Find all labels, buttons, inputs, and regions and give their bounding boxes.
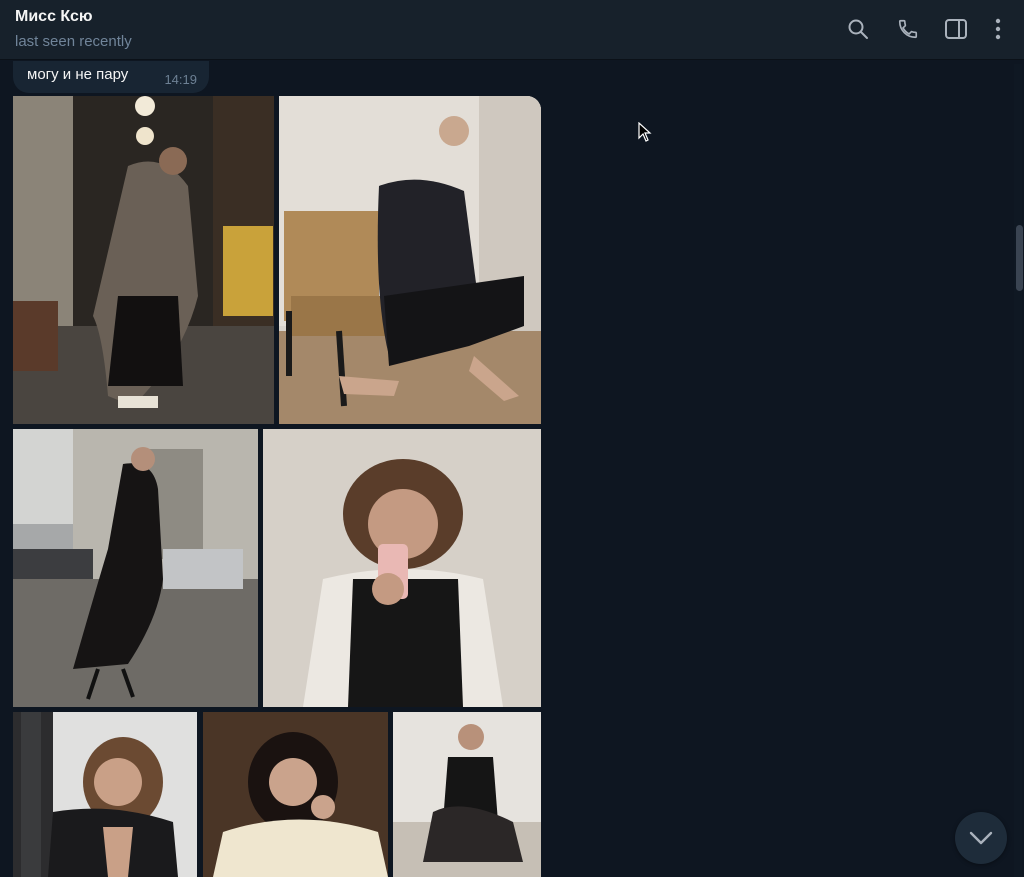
chevron-down-icon xyxy=(969,831,993,845)
chat-header: Мисс Ксю last seen recently xyxy=(0,0,1024,60)
album-photo-3[interactable] xyxy=(13,429,258,707)
album-photo-7[interactable] xyxy=(393,712,541,877)
chat-area[interactable]: могу и не пару 14:19 xyxy=(0,61,1024,877)
album-photo-6[interactable] xyxy=(203,712,388,877)
search-icon[interactable] xyxy=(845,16,871,42)
message-bubble[interactable]: могу и не пару 14:19 xyxy=(13,61,209,93)
scrollbar-thumb[interactable] xyxy=(1016,225,1023,291)
album-photo-5[interactable] xyxy=(13,712,197,877)
album-photo-2[interactable] xyxy=(279,96,541,424)
contact-status: last seen recently xyxy=(15,33,132,50)
album-photo-4[interactable] xyxy=(263,429,541,707)
message-time: 14:19 xyxy=(164,72,197,87)
album-photo-1[interactable] xyxy=(13,96,274,424)
message-text: могу и не пару xyxy=(27,66,129,83)
photo-album xyxy=(13,96,541,877)
phone-icon[interactable] xyxy=(895,16,921,42)
sidebar-toggle-icon[interactable] xyxy=(943,16,969,42)
mouse-cursor-icon xyxy=(638,121,652,147)
contact-name[interactable]: Мисс Ксю xyxy=(15,8,93,26)
scroll-to-bottom-button[interactable] xyxy=(955,812,1007,864)
scrollbar-track xyxy=(1014,64,1022,877)
more-vertical-icon[interactable] xyxy=(985,16,1011,42)
